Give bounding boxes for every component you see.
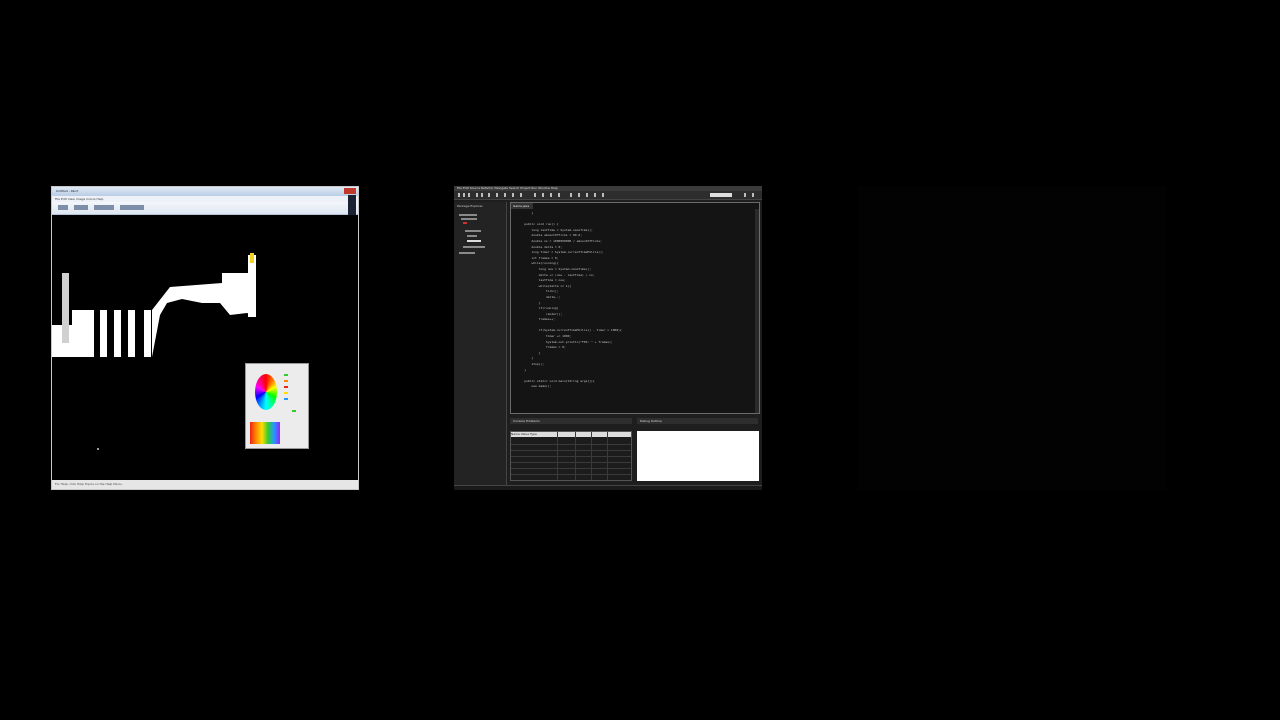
- column-divider: [575, 432, 576, 480]
- drawing-ramp: [152, 273, 254, 357]
- toolbar-icon[interactable]: [570, 193, 572, 197]
- toolbar-button[interactable]: [120, 205, 144, 210]
- toolbar-icon[interactable]: [512, 193, 514, 197]
- toolbar-icon[interactable]: [481, 193, 483, 197]
- drawing-bar: [100, 310, 107, 357]
- ide-toolbar[interactable]: [454, 191, 762, 200]
- editor-tab[interactable]: Game.java: [511, 203, 533, 209]
- tree-node[interactable]: [463, 222, 467, 224]
- drawing-flag: [250, 253, 254, 263]
- drawing-canvas[interactable]: [52, 215, 358, 479]
- code-line[interactable]: new Game();: [517, 384, 622, 390]
- color-picker-dialog[interactable]: [245, 363, 309, 449]
- window-controls[interactable]: [344, 188, 356, 194]
- color-swatch[interactable]: [284, 386, 288, 388]
- perspective-icon[interactable]: [744, 193, 746, 197]
- code-text[interactable]: } public void run() { long lastTime = Sy…: [517, 211, 622, 390]
- toolbar-icon[interactable]: [602, 193, 604, 197]
- pixel-drawing: [52, 253, 256, 450]
- cursor-dot: [97, 448, 99, 450]
- quick-access-field[interactable]: [710, 193, 732, 197]
- toolbar-button[interactable]: [94, 205, 114, 210]
- drawing-bar: [114, 310, 121, 357]
- toolbar-icon[interactable]: [458, 193, 460, 197]
- toolbar-icon[interactable]: [504, 193, 506, 197]
- paint-titlebar: Untitled - Paint: [52, 187, 358, 196]
- toolbar-icon[interactable]: [550, 193, 552, 197]
- table-row[interactable]: [511, 468, 631, 469]
- toolbar-icon[interactable]: [542, 193, 544, 197]
- code-editor[interactable]: Game.java } public void run() { long las…: [510, 202, 760, 414]
- toolbar-icon[interactable]: [586, 193, 588, 197]
- toolbar-icon[interactable]: [496, 193, 498, 197]
- drawing-post: [62, 273, 69, 343]
- table-header: Name Value Type: [511, 432, 631, 437]
- tree-node[interactable]: [461, 218, 477, 220]
- ide-statusbar: [454, 485, 762, 490]
- color-swatch[interactable]: [292, 410, 296, 412]
- toolbar-icon[interactable]: [463, 193, 465, 197]
- toolbar-icon[interactable]: [520, 193, 522, 197]
- paint-statusbar: For Help, click Help Topics on the Help …: [52, 480, 358, 489]
- drawing-block: [72, 310, 94, 357]
- tree-node[interactable]: [463, 246, 485, 248]
- tree-node[interactable]: [465, 230, 481, 232]
- console-tab-bar[interactable]: Console Problems: [510, 418, 632, 424]
- table-row[interactable]: [511, 474, 631, 475]
- empty-window-slot: [858, 186, 1166, 490]
- color-swatch[interactable]: [284, 392, 288, 394]
- color-grid[interactable]: [250, 422, 280, 444]
- tree-node-selected[interactable]: [467, 240, 481, 242]
- table-row[interactable]: [511, 444, 631, 445]
- toolbar-button[interactable]: [58, 205, 68, 210]
- side-panel: [348, 195, 356, 215]
- toolbar-icon[interactable]: [594, 193, 596, 197]
- drawing-tower: [248, 255, 256, 317]
- editor-scrollbar[interactable]: [755, 209, 759, 413]
- table-row[interactable]: [511, 456, 631, 457]
- toolbar-button[interactable]: [74, 205, 88, 210]
- color-swatch[interactable]: [284, 380, 288, 382]
- color-wheel[interactable]: [255, 374, 277, 410]
- column-divider: [591, 432, 592, 480]
- toolbar-icon[interactable]: [558, 193, 560, 197]
- column-divider: [557, 432, 558, 480]
- toolbar-icon[interactable]: [488, 193, 490, 197]
- debug-tab-bar[interactable]: Debug Outline: [637, 418, 758, 424]
- drawing-bar: [144, 310, 151, 357]
- debug-pane[interactable]: [637, 431, 759, 481]
- paint-window-thumbnail[interactable]: Untitled - Paint File Edit View Image Co…: [51, 186, 359, 490]
- tree-node[interactable]: [459, 214, 477, 216]
- perspective-icon[interactable]: [752, 193, 754, 197]
- package-explorer-header: Package Explorer: [457, 204, 483, 208]
- table-row[interactable]: [511, 462, 631, 463]
- toolbar-icon[interactable]: [476, 193, 478, 197]
- color-swatch[interactable]: [284, 398, 288, 400]
- tree-node[interactable]: [459, 252, 475, 254]
- toolbar-icon[interactable]: [578, 193, 580, 197]
- paint-title: Untitled - Paint: [56, 189, 79, 193]
- variables-table[interactable]: Name Value Type: [510, 431, 632, 481]
- ide-window-thumbnail[interactable]: File Edit Source Refactor Navigate Searc…: [454, 186, 762, 490]
- paint-toolbar[interactable]: [52, 202, 358, 215]
- drawing-bar: [128, 310, 135, 357]
- color-swatch[interactable]: [284, 374, 288, 376]
- tree-node[interactable]: [467, 235, 477, 237]
- toolbar-icon[interactable]: [534, 193, 536, 197]
- package-explorer[interactable]: Package Explorer: [454, 202, 507, 490]
- column-divider: [607, 432, 608, 480]
- table-row[interactable]: [511, 450, 631, 451]
- toolbar-icon[interactable]: [468, 193, 470, 197]
